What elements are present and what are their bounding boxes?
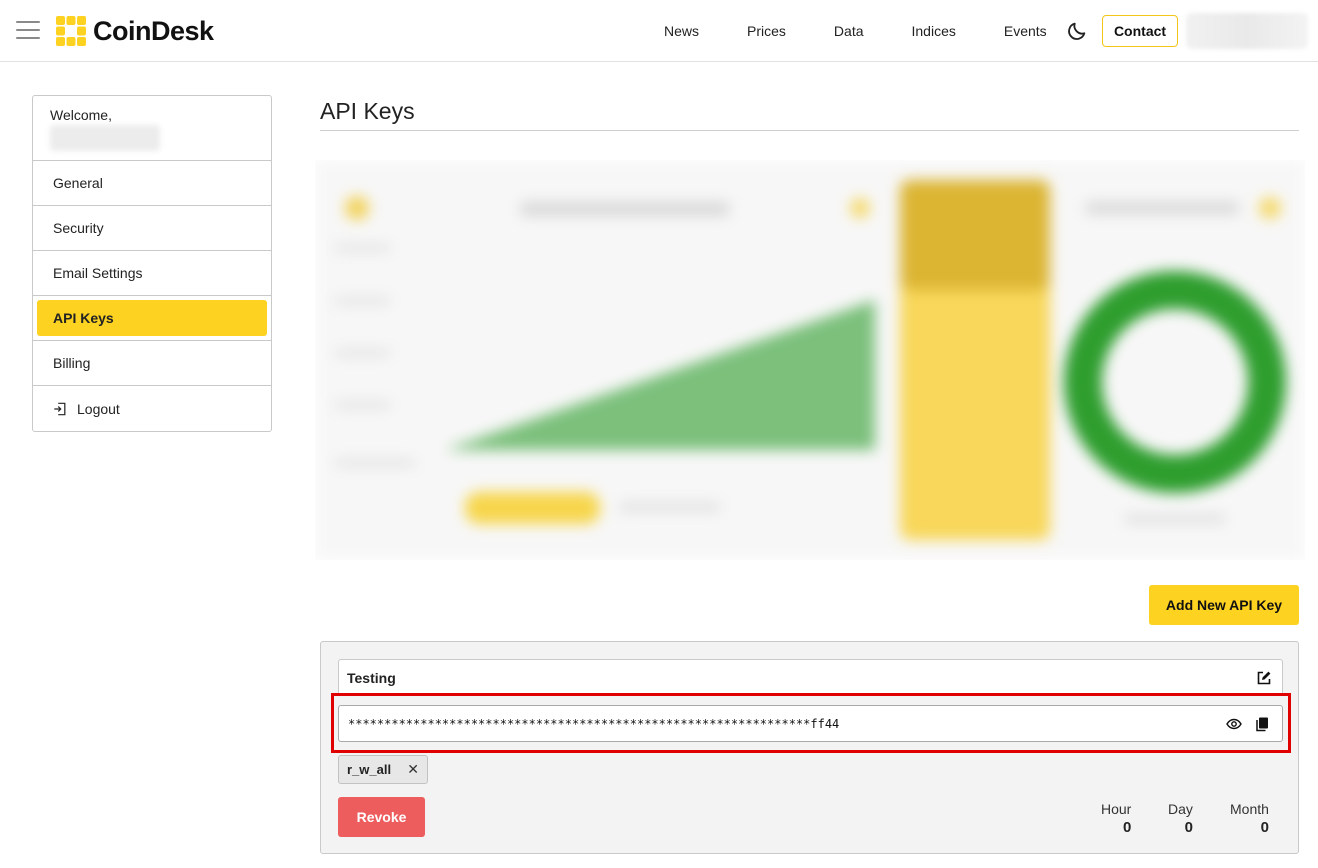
usage-day: Day 0 (1168, 801, 1193, 836)
welcome-label: Welcome, (50, 107, 112, 123)
nav-data[interactable]: Data (834, 23, 864, 39)
usage-hour: Hour 0 (1101, 801, 1131, 836)
blurred-promo-illustration (315, 160, 1305, 560)
scope-tag: r_w_all ✕ (338, 755, 428, 784)
api-key-card: Testing ********************************… (320, 641, 1299, 854)
nav-news[interactable]: News (664, 23, 699, 39)
usage-label: Hour (1101, 801, 1132, 817)
usage-value: 0 (1260, 819, 1269, 836)
contact-button[interactable]: Contact (1102, 15, 1178, 47)
top-navigation-bar: CoinDesk News Prices Data Indices Events… (0, 0, 1318, 62)
usage-label: Month (1230, 801, 1269, 817)
sidebar-item-api-keys[interactable]: API Keys (33, 296, 271, 341)
sidebar-item-label: API Keys (53, 310, 114, 326)
usage-label: Day (1168, 801, 1193, 817)
sidebar-item-label: Security (53, 220, 104, 236)
remove-scope-close-icon[interactable]: ✕ (407, 761, 419, 778)
api-key-name: Testing (347, 669, 396, 686)
show-key-eye-icon[interactable] (1226, 716, 1242, 732)
sidebar-item-email-settings[interactable]: Email Settings (33, 251, 271, 296)
page-title: API Keys (320, 98, 415, 124)
usage-value: 0 (1123, 819, 1132, 836)
main-nav: News Prices Data Indices Events (640, 0, 1071, 62)
account-sidebar: Welcome, General Security Email Settings… (32, 95, 272, 432)
usage-value: 0 (1184, 819, 1193, 836)
sidebar-item-general[interactable]: General (33, 161, 271, 206)
nav-events[interactable]: Events (1004, 23, 1047, 39)
scope-label: r_w_all (347, 762, 392, 777)
sidebar-item-security[interactable]: Security (33, 206, 271, 251)
coindesk-logo[interactable]: CoinDesk (55, 14, 214, 48)
usage-month: Month 0 (1230, 801, 1269, 836)
logout-icon (54, 402, 66, 415)
edit-icon[interactable] (1256, 670, 1272, 686)
sidebar-item-billing[interactable]: Billing (33, 341, 271, 386)
nav-indices[interactable]: Indices (912, 23, 956, 39)
welcome-panel: Welcome, (33, 96, 271, 161)
revoke-button[interactable]: Revoke (338, 797, 425, 837)
sidebar-item-label: General (53, 175, 103, 191)
promo-graphic (315, 160, 1305, 560)
masked-api-key: ****************************************… (348, 716, 840, 731)
api-key-value-field[interactable]: ****************************************… (338, 705, 1283, 742)
api-key-name-field: Testing (338, 659, 1283, 696)
menu-icon[interactable] (16, 21, 40, 39)
redacted-username (50, 125, 160, 151)
nav-prices[interactable]: Prices (747, 23, 786, 39)
add-new-api-key-button[interactable]: Add New API Key (1149, 585, 1299, 625)
sidebar-item-label: Logout (77, 400, 120, 417)
dark-mode-moon-icon[interactable] (1066, 20, 1088, 42)
logo-text: CoinDesk (93, 15, 214, 46)
sidebar-item-logout[interactable]: Logout (33, 386, 271, 431)
user-account-menu[interactable] (1186, 13, 1308, 49)
coindesk-logo-icon (56, 16, 86, 46)
sidebar-item-label: Billing (53, 355, 91, 371)
sidebar-item-label: Email Settings (53, 265, 143, 281)
copy-icon[interactable] (1254, 716, 1270, 732)
title-divider (320, 130, 1299, 131)
